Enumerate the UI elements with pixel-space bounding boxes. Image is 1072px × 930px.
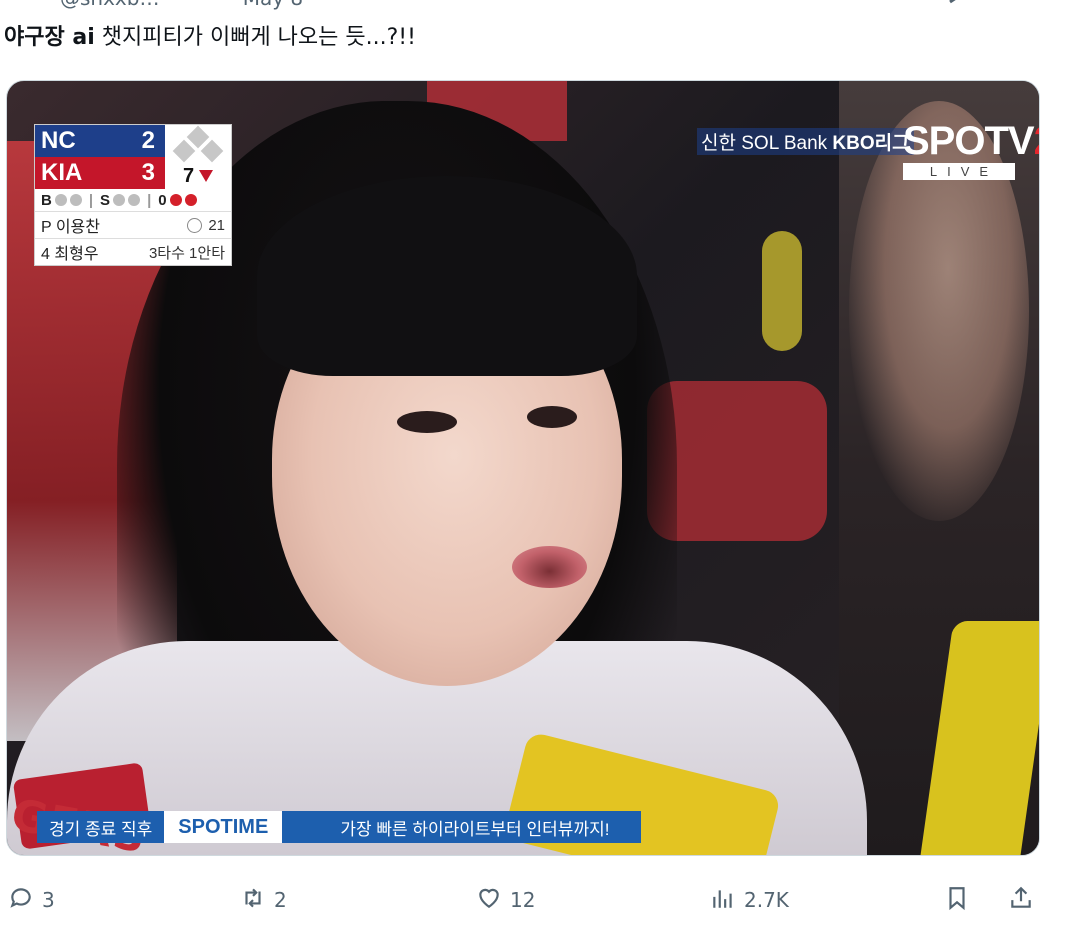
reply-count: 3 xyxy=(42,888,55,912)
team-row-kia: KIA 3 xyxy=(35,157,165,189)
tweet-text: 야구장 ai 챗지피티가 이뻐게 나오는 듯...?!! xyxy=(4,24,416,52)
pitch-count-icon xyxy=(187,218,203,234)
pitch-count: 21 xyxy=(208,216,225,234)
team-score: 2 xyxy=(141,127,155,154)
retweet-button[interactable]: 2 xyxy=(240,880,287,920)
retweet-icon xyxy=(240,885,266,916)
batter-record: 3타수 1안타 xyxy=(148,244,225,262)
ball-strike-out-count: B | S | 0 xyxy=(35,189,231,212)
share-button[interactable] xyxy=(1008,880,1034,920)
channel-name: SPOTV xyxy=(903,119,1035,163)
author-handle[interactable]: @shxxb… xyxy=(60,0,159,10)
tweet-action-bar: 3 2 12 2.7K xyxy=(0,880,1072,920)
reply-button[interactable]: 3 xyxy=(8,880,55,920)
heart-icon xyxy=(476,885,502,916)
views-button[interactable]: 2.7K xyxy=(710,880,789,920)
outs-label: 0 xyxy=(158,191,167,209)
scoreboard: NC 2 KIA 3 7 B | S | 0 P 이용찬 21 4 최형우 3타… xyxy=(34,124,232,266)
team-name: NC xyxy=(41,127,76,154)
league-banner: 신한 SOL Bank KBO리그 xyxy=(697,127,914,155)
like-count: 12 xyxy=(510,888,536,912)
batter-row: 4 최형우 3타수 1안타 xyxy=(35,239,231,265)
inning-number: 7 xyxy=(183,165,195,187)
league-label: KBO리그 xyxy=(832,132,910,154)
live-badge: LIVE xyxy=(903,163,1015,180)
bookmark-icon xyxy=(944,885,970,916)
bottom-ticker: 경기 종료 직후 SPOTIME 가장 빠른 하이라이트부터 인터뷰까지! xyxy=(37,811,642,843)
tweet-date[interactable]: · May 8 xyxy=(230,0,303,10)
ticker-brand: SPOTIME xyxy=(164,811,283,843)
tweet-text-rest: 챗지피티가 이뻐게 나오는 듯...?!! xyxy=(94,25,416,50)
tweet-header: @shxxb… · May 8 xyxy=(0,0,1072,10)
channel-logo: SPOTV2 LIVE xyxy=(903,119,1039,180)
batter-name: 4 최형우 xyxy=(41,246,99,263)
team-name: KIA xyxy=(41,159,83,186)
retweet-count: 2 xyxy=(274,888,287,912)
bases-diamond-icon: 7 xyxy=(165,125,231,189)
right-eye xyxy=(527,406,577,428)
yellow-cheer-stick xyxy=(762,231,802,351)
pitcher-row: P 이용찬 21 xyxy=(35,212,231,239)
channel-number: 2 xyxy=(1034,119,1039,163)
analytics-icon xyxy=(710,885,736,916)
view-count: 2.7K xyxy=(744,888,789,912)
like-button[interactable]: 12 xyxy=(476,880,535,920)
strikes-label: S xyxy=(100,191,111,209)
inning-bottom-arrow-icon xyxy=(199,170,213,182)
left-eye xyxy=(397,411,457,433)
grok-icon[interactable] xyxy=(948,0,978,4)
pitcher-name: P 이용찬 xyxy=(41,219,100,236)
mouth xyxy=(512,546,587,588)
sponsor-label: 신한 SOL Bank xyxy=(701,132,828,154)
woman-bangs xyxy=(257,176,637,376)
bookmark-button[interactable] xyxy=(944,880,970,920)
ticker-left: 경기 종료 직후 xyxy=(37,811,165,843)
share-icon xyxy=(1008,885,1034,916)
reply-icon xyxy=(8,885,34,916)
tweet-media-image[interactable]: GERS NC 2 KIA 3 xyxy=(6,80,1040,856)
tweet-text-bold: 야구장 ai xyxy=(4,25,95,50)
team-score: 3 xyxy=(141,159,155,186)
team-row-nc: NC 2 xyxy=(35,125,165,157)
ticker-message: 가장 빠른 하이라이트부터 인터뷰까지! xyxy=(282,811,642,843)
balls-label: B xyxy=(41,191,52,209)
